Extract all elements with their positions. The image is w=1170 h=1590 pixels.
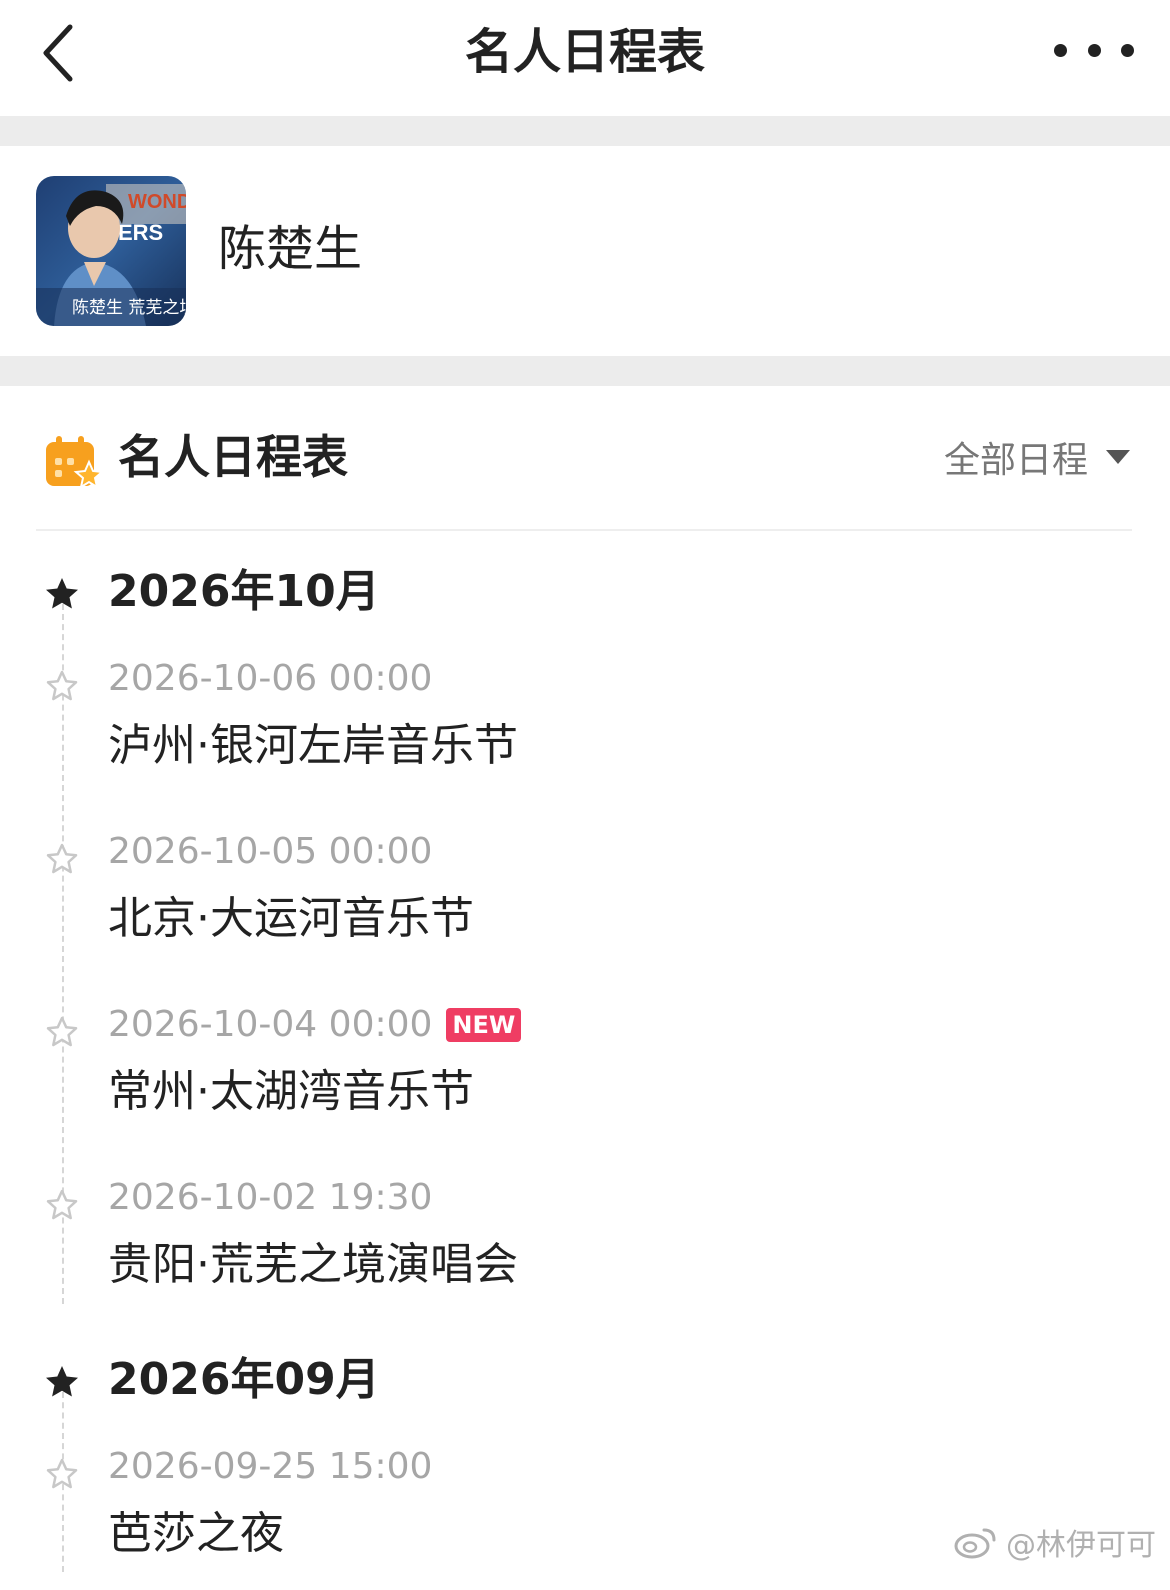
section-title: 名人日程表 [118, 430, 348, 484]
divider [36, 529, 1132, 531]
event-time-text: 2026-10-04 00:00 [108, 1004, 433, 1045]
schedule-event[interactable]: 2026-09-25 15:00 芭莎之夜 [0, 1440, 1170, 1590]
month-header: 2026年10月 [0, 560, 1170, 630]
new-badge: NEW [446, 1008, 522, 1042]
nav-bar: 名人日程表 [0, 0, 1170, 116]
star-filled-icon [46, 578, 78, 609]
caret-down-icon [1106, 450, 1130, 464]
event-title: 贵阳·荒芜之境演唱会 [108, 1239, 518, 1290]
more-dot-icon [1054, 43, 1067, 57]
star-outline-icon [46, 670, 78, 701]
star-filled-icon [46, 1366, 78, 1397]
star-outline-icon [46, 1016, 78, 1047]
schedule-event[interactable]: 2026-10-04 00:00 NEW 常州·太湖湾音乐节 [0, 998, 1170, 1148]
month-label: 2026年09月 [108, 1354, 380, 1405]
schedule-event[interactable]: 2026-10-05 00:00 北京·大运河音乐节 [0, 825, 1170, 975]
profile-card[interactable]: WONDERLAND ERS 陈楚生 荒芜之境 陈楚生 [0, 146, 1170, 356]
event-time: 2026-10-02 19:30 [108, 1173, 432, 1223]
event-time-text: 2026-10-05 00:00 [108, 831, 433, 872]
star-outline-icon [46, 1189, 78, 1220]
more-dot-icon [1121, 43, 1134, 57]
more-options-button[interactable] [1054, 30, 1134, 70]
event-title: 常州·太湖湾音乐节 [108, 1066, 474, 1117]
avatar-image: WONDERLAND ERS 陈楚生 荒芜之境 [36, 176, 186, 326]
avatar-text-bottom: 陈楚生 荒芜之境 [72, 298, 186, 318]
watermark: @林伊可可 [954, 1520, 1156, 1564]
section-gap [0, 116, 1170, 146]
month-header: 2026年09月 [0, 1348, 1170, 1418]
event-time: 2026-10-06 00:00 [108, 654, 432, 704]
watermark-text: @林伊可可 [1006, 1528, 1156, 1563]
event-time: 2026-10-04 00:00 NEW [108, 1000, 522, 1050]
event-time-text: 2026-10-02 19:30 [108, 1177, 433, 1218]
event-time-text: 2026-09-25 15:00 [108, 1446, 433, 1487]
month-label: 2026年10月 [108, 566, 380, 617]
avatar-text-top: WONDERLAND [128, 191, 186, 213]
schedule-event[interactable]: 2026-10-06 00:00 泸州·银河左岸音乐节 [0, 652, 1170, 802]
filter-label: 全部日程 [943, 440, 1088, 481]
section-gap [0, 356, 1170, 386]
calendar-star-icon [46, 436, 102, 490]
event-title: 北京·大运河音乐节 [108, 893, 474, 944]
event-title: 芭莎之夜 [108, 1508, 284, 1559]
schedule-header: 名人日程表 全部日程 [0, 386, 1170, 530]
celebrity-name: 陈楚生 [218, 221, 363, 277]
weibo-logo-icon [954, 1528, 996, 1559]
star-outline-icon [46, 1458, 78, 1489]
event-time: 2026-09-25 15:00 [108, 1442, 432, 1492]
event-title: 泸州·银河左岸音乐节 [108, 720, 518, 771]
schedule-event[interactable]: 2026-10-02 19:30 贵阳·荒芜之境演唱会 [0, 1171, 1170, 1321]
avatar[interactable]: WONDERLAND ERS 陈楚生 荒芜之境 [36, 176, 186, 326]
more-dot-icon [1087, 43, 1101, 57]
page-title: 名人日程表 [464, 24, 705, 80]
schedule-filter-dropdown[interactable]: 全部日程 [944, 432, 1130, 482]
event-time-text: 2026-10-06 00:00 [108, 658, 433, 699]
avatar-text-mid: ERS [118, 220, 163, 245]
star-outline-icon [46, 843, 78, 874]
event-time: 2026-10-05 00:00 [108, 827, 432, 877]
